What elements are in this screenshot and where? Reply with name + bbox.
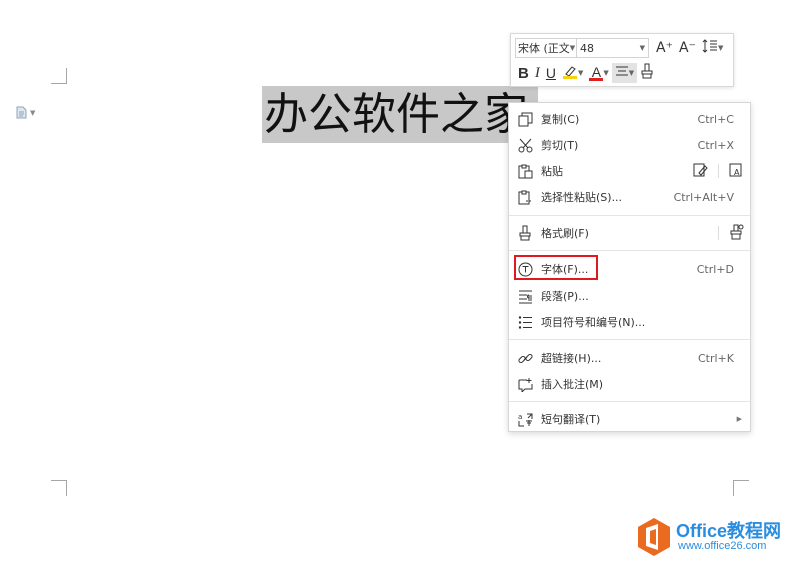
menu-item-label: 超链接(H)... [541, 352, 602, 365]
context-menu: 复制(C) Ctrl+C 剪切(T) Ctrl+X 粘贴 A 选择性粘贴(S).… [508, 102, 751, 432]
font-size-select[interactable]: 48 ▼ [577, 38, 649, 58]
svg-text:A: A [734, 168, 740, 177]
menu-item-label: 粘贴 [541, 165, 563, 178]
menu-item-bullets-numbering[interactable]: 项目符号和编号(N)... [509, 309, 750, 335]
menu-item-label: 剪切(T) [541, 139, 579, 152]
menu-item-label: 段落(P)... [541, 290, 589, 303]
menu-item-label: 短句翻译(T) [541, 413, 601, 426]
bold-icon: B [518, 64, 529, 82]
menu-item-label: 插入批注(M) [541, 378, 604, 391]
bold-button[interactable]: B [515, 63, 532, 83]
divider [718, 226, 719, 240]
menu-item-cut[interactable]: 剪切(T) Ctrl+X [509, 132, 750, 158]
align-center-icon [615, 65, 629, 81]
document-icon [16, 104, 27, 123]
page-corner-bottom-left [51, 480, 67, 496]
menu-item-copy[interactable]: 复制(C) Ctrl+C [509, 106, 750, 132]
decrease-font-size-button[interactable]: A⁻ [676, 38, 699, 58]
scissors-icon [517, 137, 533, 153]
chevron-down-icon: ▼ [577, 69, 584, 77]
page-corner-bottom-right [733, 480, 749, 496]
paragraph-icon [517, 288, 533, 304]
divider [718, 164, 719, 178]
font-name-value: 宋体 (正文 [518, 42, 570, 55]
translate-icon: a [517, 411, 533, 427]
menu-item-paste[interactable]: 粘贴 A [509, 158, 750, 184]
increase-font-icon: A⁺ [656, 40, 673, 56]
paste-options: A [693, 162, 744, 180]
highlight-button[interactable]: ▼ [559, 63, 586, 83]
page-corner-top-left [51, 68, 67, 84]
bullets-icon [517, 314, 533, 330]
office-logo-icon [636, 517, 672, 561]
mini-toolbar: 宋体 (正文 ▼ 48 ▼ A⁺ A⁻ ▼ B I U ▼ A ▼ ▼ [510, 33, 734, 87]
italic-button[interactable]: I [532, 63, 543, 83]
format-brush-icon [640, 63, 654, 83]
chevron-down-icon: ▼ [30, 109, 36, 117]
menu-item-insert-comment[interactable]: 插入批注(M) [509, 371, 750, 397]
menu-item-label: 项目符号和编号(N)... [541, 316, 646, 329]
align-center-button[interactable]: ▼ [611, 63, 638, 83]
font-color-button[interactable]: A ▼ [586, 63, 611, 83]
page-options-button[interactable]: ▼ [16, 106, 42, 120]
highlight-annotation-box [514, 255, 598, 280]
menu-item-shortcut: Ctrl+D [696, 262, 734, 276]
menu-item-shortcut: Ctrl+X [697, 138, 734, 152]
paste-special-icon [517, 189, 533, 205]
menu-separator [509, 401, 750, 402]
format-brush-extra [718, 224, 744, 243]
watermark: Office教程网 www.office26.com [636, 515, 796, 559]
chevron-right-icon: ▶ [736, 415, 742, 423]
line-spacing-icon [702, 39, 718, 57]
svg-text:a: a [518, 413, 522, 421]
font-color-icon: A [589, 63, 604, 81]
underline-button[interactable]: U [543, 63, 559, 83]
format-brush-icon [517, 225, 533, 241]
menu-separator [509, 250, 750, 251]
link-icon [517, 350, 533, 366]
paste-keep-format-icon[interactable] [693, 162, 708, 180]
chevron-down-icon: ▼ [603, 69, 609, 77]
menu-item-format-painter[interactable]: 格式刷(F) [509, 220, 750, 246]
chevron-down-icon: ▼ [717, 44, 724, 52]
menu-item-label: 格式刷(F) [541, 227, 589, 240]
italic-icon: I [534, 64, 540, 81]
menu-separator [509, 339, 750, 340]
menu-item-shortcut: Ctrl+Alt+V [673, 190, 734, 204]
highlighter-icon [562, 63, 578, 83]
paste-icon [517, 163, 533, 179]
underline-icon: U [545, 65, 556, 81]
line-spacing-button[interactable]: ▼ [699, 38, 726, 58]
menu-item-shortcut: Ctrl+K [697, 351, 734, 365]
menu-item-label: 复制(C) [541, 113, 580, 126]
chevron-down-icon: ▼ [628, 69, 635, 77]
menu-item-paste-special[interactable]: 选择性粘贴(S)... Ctrl+Alt+V [509, 184, 750, 210]
font-size-value: 48 [580, 41, 594, 55]
menu-item-translate[interactable]: a 短句翻译(T) ▶ [509, 406, 750, 432]
menu-item-hyperlink[interactable]: 超链接(H)... Ctrl+K [509, 345, 750, 371]
increase-font-size-button[interactable]: A⁺ [653, 38, 676, 58]
comment-icon [517, 376, 533, 392]
paste-text-only-icon[interactable]: A [729, 162, 744, 180]
format-brush-lock-icon[interactable] [729, 224, 744, 243]
chevron-down-icon: ▼ [569, 44, 576, 52]
font-color-letter: A [591, 63, 602, 80]
menu-item-paragraph[interactable]: 段落(P)... [509, 283, 750, 309]
copy-icon [517, 111, 533, 127]
menu-separator [509, 215, 750, 216]
font-name-select[interactable]: 宋体 (正文 ▼ [515, 38, 577, 58]
decrease-font-icon: A⁻ [678, 40, 696, 56]
chevron-down-icon: ▼ [639, 44, 645, 52]
watermark-url: www.office26.com [678, 540, 767, 552]
menu-item-label: 选择性粘贴(S)... [541, 191, 623, 204]
format-painter-button[interactable] [637, 63, 657, 83]
selected-document-text[interactable]: 办公软件之家 [262, 86, 538, 143]
menu-item-shortcut: Ctrl+C [697, 112, 734, 126]
